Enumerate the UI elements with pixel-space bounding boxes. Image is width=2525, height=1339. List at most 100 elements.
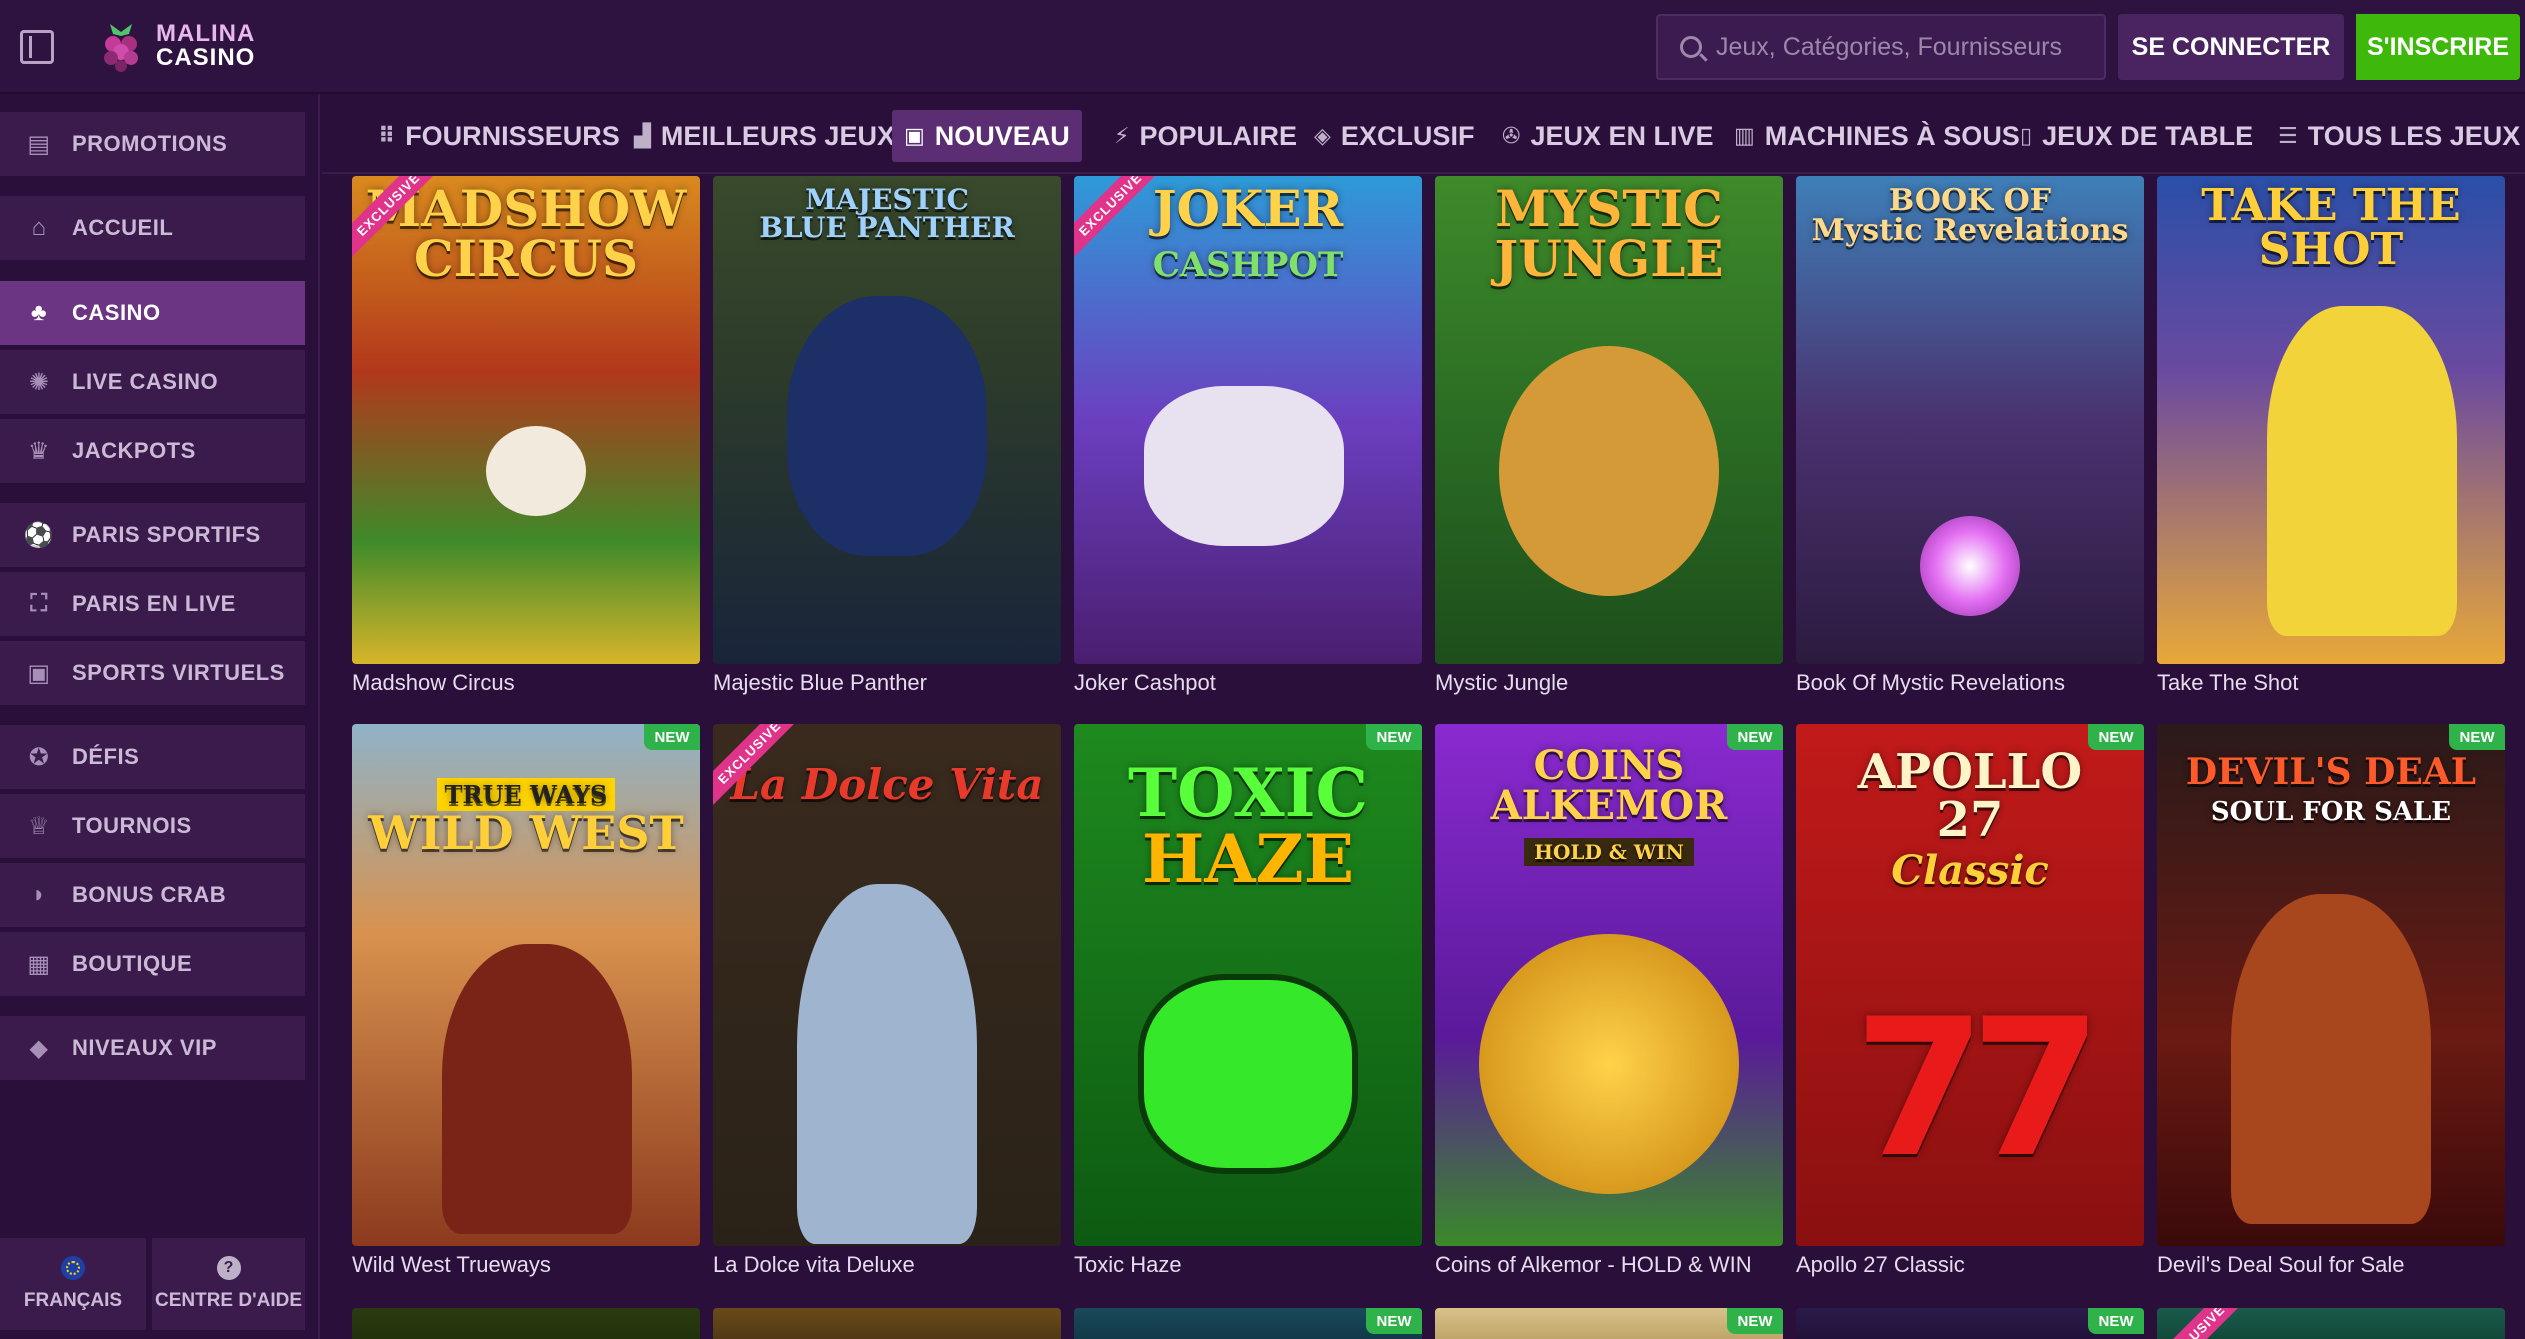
game-art-title: MAJESTIC BLUE PANTHER bbox=[759, 183, 1015, 244]
game-tile[interactable]: MADSHOW CIRCUS EXCLUSIVE bbox=[352, 176, 700, 664]
raspberry-logo-icon bbox=[104, 24, 138, 72]
game-title[interactable]: Book Of Mystic Revelations bbox=[1796, 670, 2065, 696]
game-tile[interactable]: La Dolce Vita EXCLUSIVE bbox=[713, 724, 1061, 1246]
game-title[interactable]: Wild West Trueways bbox=[352, 1252, 551, 1278]
game-tile[interactable]: MYSTIC JUNGLE bbox=[1435, 176, 1783, 664]
game-tile[interactable]: TOXIC HAZE NEW bbox=[1074, 724, 1422, 1246]
game-title[interactable]: Mystic Jungle bbox=[1435, 670, 1568, 696]
sidebar-item-label: JACKPOTS bbox=[72, 438, 196, 463]
search-bar[interactable] bbox=[1656, 14, 2106, 80]
tab-jeux-de-table[interactable]: ▯ JEUX DE TABLE bbox=[2008, 110, 2265, 162]
game-title[interactable]: Take The Shot bbox=[2157, 670, 2298, 696]
cowgirl-figure-icon bbox=[442, 944, 632, 1234]
tab-label: NOUVEAU bbox=[934, 120, 1070, 151]
tab-populaire[interactable]: ⚡ POPULAIRE bbox=[1102, 110, 1309, 162]
sidebar-item-accueil[interactable]: ⌂ ACCUEIL bbox=[0, 196, 305, 260]
game-grid: MADSHOW CIRCUS EXCLUSIVE Madshow Circus M… bbox=[322, 176, 2525, 1339]
new-badge: NEW bbox=[1727, 1308, 1783, 1334]
game-tile[interactable]: EXCLUSIVE bbox=[2157, 1308, 2505, 1339]
sidebar: ▤ PROMOTIONS ⌂ ACCUEIL ♣ CASINO ✺ LIVE C… bbox=[0, 94, 320, 1339]
game-title[interactable]: Joker Cashpot bbox=[1074, 670, 1216, 696]
sidebar-toggle-icon[interactable] bbox=[20, 30, 54, 64]
tab-fournisseurs[interactable]: ⠿ FOURNISSEURS bbox=[366, 110, 632, 162]
casino-icon: ♣ bbox=[30, 299, 48, 326]
game-title[interactable]: Toxic Haze bbox=[1074, 1252, 1182, 1278]
game-tile[interactable]: NEW bbox=[1074, 1308, 1422, 1339]
game-art-title: TAKE THE SHOT bbox=[2201, 180, 2461, 275]
joker-figure-icon bbox=[1144, 386, 1344, 546]
sidebar-item-defis[interactable]: ✪ DÉFIS bbox=[0, 725, 305, 789]
clown-figure-icon bbox=[486, 426, 586, 516]
sidebar-item-live-casino[interactable]: ✺ LIVE CASINO bbox=[0, 350, 305, 414]
tab-label: TOUS LES JEUX bbox=[2307, 120, 2521, 151]
diamond-icon: ◆ bbox=[29, 1034, 49, 1062]
sidebar-item-promotions[interactable]: ▤ PROMOTIONS bbox=[0, 112, 305, 176]
crown-pot-icon: ♛ bbox=[27, 437, 50, 465]
crystal-ball-icon bbox=[1920, 516, 2020, 616]
game-tile[interactable]: TRUE WAYS WILD WEST NEW bbox=[352, 724, 700, 1246]
sidebar-item-paris-sportifs[interactable]: ⚽ PARIS SPORTIFS bbox=[0, 503, 305, 567]
game-title[interactable]: Majestic Blue Panther bbox=[713, 670, 927, 696]
tab-meilleurs-jeux[interactable]: ▟ MEILLEURS JEUX bbox=[622, 110, 907, 162]
sidebar-item-niveaux-vip[interactable]: ◆ NIVEAUX VIP bbox=[0, 1016, 305, 1080]
game-tile[interactable] bbox=[713, 1308, 1061, 1339]
live-bet-icon: ⛶ bbox=[30, 590, 48, 617]
game-tile[interactable]: JOKER CASHPOT EXCLUSIVE bbox=[1074, 176, 1422, 664]
game-tile[interactable]: BOOK OF Mystic Revelations bbox=[1796, 176, 2144, 664]
game-tile[interactable]: NEW bbox=[1435, 1308, 1783, 1339]
eu-flag-icon bbox=[61, 1256, 85, 1280]
chip-icon: ✇ bbox=[1502, 123, 1521, 148]
game-art-title: La Dolce Vita bbox=[730, 760, 1044, 809]
bolt-icon: ⚡ bbox=[1114, 123, 1130, 148]
game-tile[interactable]: APOLLO 27 Classic 77 NEW bbox=[1796, 724, 2144, 1246]
basketball-player-icon bbox=[2267, 306, 2457, 636]
sidebar-item-jackpots[interactable]: ♛ JACKPOTS bbox=[0, 419, 305, 483]
sidebar-item-label: PROMOTIONS bbox=[72, 131, 228, 156]
cards-icon: ▯ bbox=[2020, 123, 2033, 148]
game-title[interactable]: La Dolce vita Deluxe bbox=[713, 1252, 915, 1278]
tab-nouveau[interactable]: ▣ NOUVEAU bbox=[892, 110, 1082, 162]
game-title[interactable]: Apollo 27 Classic bbox=[1796, 1252, 1965, 1278]
sidebar-item-paris-en-live[interactable]: ⛶ PARIS EN LIVE bbox=[0, 572, 305, 636]
logo-text-casino: CASINO bbox=[156, 44, 256, 71]
login-button[interactable]: SE CONNECTER bbox=[2118, 14, 2344, 80]
sidebar-item-bonus-crab[interactable]: ◗ BONUS CRAB bbox=[0, 863, 305, 927]
game-tile[interactable]: TAKE THE SHOT bbox=[2157, 176, 2505, 664]
game-title[interactable]: Coins of Alkemor - HOLD & WIN bbox=[1435, 1252, 1752, 1278]
sidebar-item-sports-virtuels[interactable]: ▣ SPORTS VIRTUELS bbox=[0, 641, 305, 705]
sidebar-item-tournois[interactable]: ♕ TOURNOIS bbox=[0, 794, 305, 858]
diamond-icon: ◈ bbox=[1314, 123, 1331, 148]
tab-label: MEILLEURS JEUX bbox=[660, 120, 895, 151]
signup-button[interactable]: S'INSCRIRE bbox=[2356, 14, 2520, 80]
game-tile[interactable]: DEVIL'S DEAL SOUL FOR SALE NEW bbox=[2157, 724, 2505, 1246]
virtual-sports-icon: ▣ bbox=[27, 659, 51, 687]
man-with-wine-icon bbox=[797, 884, 977, 1244]
tab-machines-a-sous[interactable]: ▥ MACHINES À SOUS bbox=[1722, 110, 2032, 162]
language-selector[interactable]: FRANÇAIS bbox=[0, 1238, 146, 1330]
new-badge: NEW bbox=[644, 724, 700, 750]
gas-mask-icon bbox=[1138, 974, 1358, 1174]
panther-figure-icon bbox=[787, 296, 987, 556]
gold-coin-icon bbox=[1479, 934, 1739, 1194]
game-tile[interactable]: MAJESTIC BLUE PANTHER bbox=[713, 176, 1061, 664]
logo[interactable]: MALINA CASINO bbox=[96, 16, 255, 76]
tab-tous-les-jeux[interactable]: ☰ TOUS LES JEUX bbox=[2266, 110, 2525, 162]
game-art-title: COINS ALKEMOR HOLD & WIN bbox=[1490, 742, 1728, 866]
tab-label: JEUX EN LIVE bbox=[1530, 120, 1714, 151]
sidebar-item-label: NIVEAUX VIP bbox=[72, 1035, 217, 1060]
new-badge: NEW bbox=[2088, 724, 2144, 750]
gift-icon: ▤ bbox=[27, 130, 51, 158]
tab-exclusif[interactable]: ◈ EXCLUSIF bbox=[1302, 110, 1486, 162]
help-center-button[interactable]: ? CENTRE D'AIDE bbox=[152, 1238, 305, 1330]
tab-jeux-en-live[interactable]: ✇ JEUX EN LIVE bbox=[1490, 110, 1726, 162]
game-title[interactable]: Madshow Circus bbox=[352, 670, 515, 696]
game-tile[interactable]: COINS ALKEMOR HOLD & WIN NEW bbox=[1435, 724, 1783, 1246]
sidebar-item-boutique[interactable]: ▦ BOUTIQUE bbox=[0, 932, 305, 996]
game-tile[interactable] bbox=[352, 1308, 700, 1339]
logo-text-malina: MALINA bbox=[156, 20, 256, 47]
sidebar-item-label: LIVE CASINO bbox=[72, 369, 219, 394]
game-title[interactable]: Devil's Deal Soul for Sale bbox=[2157, 1252, 2405, 1278]
game-tile[interactable]: NEW bbox=[1796, 1308, 2144, 1339]
search-input[interactable] bbox=[1716, 32, 2096, 62]
sidebar-item-casino[interactable]: ♣ CASINO bbox=[0, 281, 305, 345]
